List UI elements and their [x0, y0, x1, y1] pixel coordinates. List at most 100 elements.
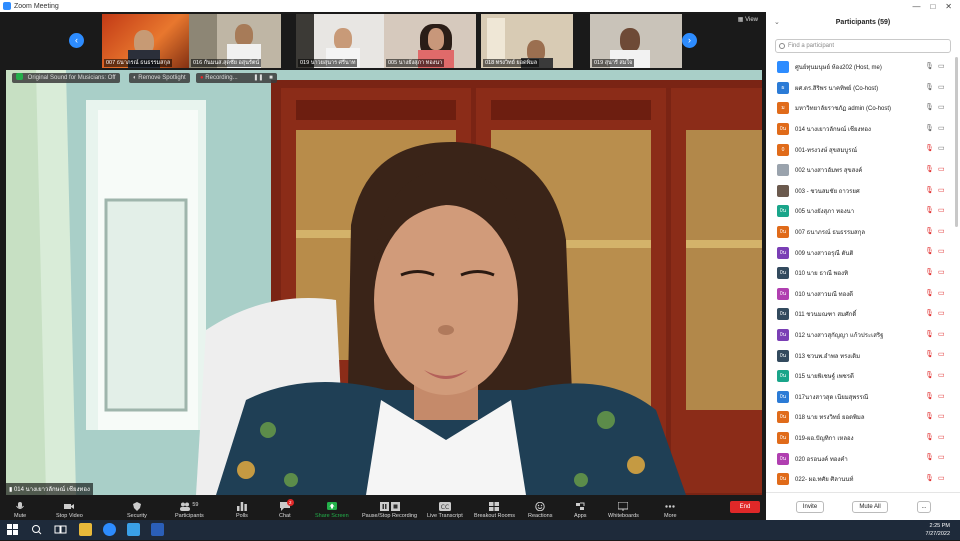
muted-microphone-icon[interactable]: 🎙 [925, 166, 934, 174]
muted-microphone-icon[interactable]: 🎙 [925, 393, 934, 401]
reactions-button[interactable]: Reactions [528, 501, 552, 519]
video-off-icon[interactable]: ▭ [938, 475, 945, 483]
video-off-icon[interactable]: ▭ [938, 331, 945, 339]
thumbnail-video[interactable]: 005 นางยังสุภา ทองนา [384, 14, 476, 68]
participant-row[interactable]: 0น 017นางสาวสุด เนียมสุพรรณี 🎙 ▭ [766, 387, 960, 408]
more-button[interactable]: More [664, 502, 677, 519]
video-off-icon[interactable]: ▭ [938, 269, 945, 277]
muted-microphone-icon[interactable]: 🎙 [925, 331, 934, 339]
whiteboards-button[interactable]: Whiteboards [608, 501, 639, 519]
participants-button[interactable]: 59 Participants [175, 502, 204, 519]
video-off-icon[interactable]: ▭ [938, 290, 945, 298]
participant-row[interactable]: 0น 011 ชวนมณฑา สมศักดิ์ 🎙 ▭ [766, 304, 960, 325]
muted-microphone-icon[interactable]: 🎙 [925, 207, 934, 215]
video-camera-icon[interactable]: ▭ [938, 125, 945, 133]
zoom-taskbar-icon[interactable] [103, 523, 116, 536]
video-off-icon[interactable]: ▭ [938, 434, 945, 442]
video-off-icon[interactable]: ▭ [938, 310, 945, 318]
taskbar-clock[interactable]: 2:25 PM 7/27/2022 [926, 522, 950, 538]
security-button[interactable]: Security [127, 502, 147, 519]
participant-row[interactable]: 0น 015 นายพิเชษฐ์ เพชรดี 🎙 ▭ [766, 366, 960, 387]
participant-row[interactable]: 0น 022- ผอ.ทศัย ศิลานนท์ 🎙 ▭ [766, 469, 960, 490]
muted-microphone-icon[interactable]: 🎙 [925, 228, 934, 236]
live-transcript-button[interactable]: CC Live Transcript [427, 502, 463, 519]
muted-microphone-icon[interactable]: 🎙 [925, 187, 934, 195]
task-view-icon[interactable] [54, 523, 67, 536]
next-page-button[interactable]: › [682, 33, 697, 48]
thumbnail-video[interactable]: 019 นาวยสุนาร ศรีนาท [296, 14, 388, 68]
thumbnail-video[interactable]: 007 ธนาภรณ์ ธนธรรมสกุล [102, 14, 194, 68]
taskbar-search-icon[interactable] [30, 523, 43, 536]
mute-button[interactable]: Mute [14, 502, 26, 519]
video-off-icon[interactable]: ▭ [938, 248, 945, 256]
video-off-icon[interactable]: ▭ [938, 207, 945, 215]
view-button[interactable]: ▦ View [738, 16, 758, 23]
participant-row[interactable]: 0น 005 นางยังสุภา ทองนา 🎙 ▭ [766, 201, 960, 222]
participant-row[interactable]: ม มหาวิทยาลัยราชภัฏ admin (Co-host) 🎙 ▭ [766, 98, 960, 119]
microphone-icon[interactable]: 🎙 [925, 63, 934, 71]
participant-row[interactable]: 002 นางสาวอัมพร สุขสงค์ 🎙 ▭ [766, 160, 960, 181]
participant-row[interactable]: 0น 013 ชวนพ.อำพล ทรงเดิม 🎙 ▭ [766, 345, 960, 366]
participant-row[interactable]: 0น 019-ผอ.ปัญทิกา เหลอง 🎙 ▭ [766, 428, 960, 449]
participant-search-input[interactable]: Find a participant [775, 39, 951, 53]
stop-recording-icon[interactable]: ■ [269, 75, 273, 81]
video-camera-icon[interactable]: ▭ [938, 145, 945, 153]
invite-button[interactable]: Invite [796, 501, 824, 513]
participant-row[interactable]: 003 - ชวนสมชัย ถาวรยศ 🎙 ▭ [766, 181, 960, 202]
participant-row[interactable]: 0น 014 นางเยาวลักษณ์ เชียงทอง 🎙 ▭ [766, 119, 960, 140]
thumbnail-video[interactable]: 016 กันมนส.สุดชัย อสุนรัตน์ [189, 14, 281, 68]
original-sound-chip[interactable]: Original Sound for Musicians: Off [12, 73, 120, 83]
microphone-icon[interactable]: 🎙 [925, 84, 934, 92]
participant-row[interactable]: 0น 018 นาย ทรงวิทย์ ยอดพิมล 🎙 ▭ [766, 407, 960, 428]
participant-row[interactable]: 0น 009 นางสาวอรุณี ตันติ 🎙 ▭ [766, 242, 960, 263]
thumbnail-video[interactable]: 018 ทรงวิทย์ ยอดพิมล [481, 14, 573, 68]
video-off-icon[interactable]: ▭ [938, 187, 945, 195]
maximize-button[interactable]: □ [930, 2, 935, 11]
stop-video-button[interactable]: Stop Video [56, 502, 83, 519]
participant-row[interactable]: 0น 020 อรอนงค์ ทองคำ 🎙 ▭ [766, 448, 960, 469]
more-options-button[interactable]: ... [917, 501, 931, 513]
participant-row[interactable]: ศูนย์ทุนมนุษย์ ห้อง202 (Host, me) 🎙 ▭ [766, 57, 960, 78]
muted-microphone-icon[interactable]: 🎙 [925, 413, 934, 421]
previous-page-button[interactable]: ‹ [69, 33, 84, 48]
participant-row[interactable]: 0น 010 นาย ธาณี พองทิ 🎙 ▭ [766, 263, 960, 284]
participant-row[interactable]: ผ ผศ.ดร.สิริพร นาคทิพย์ (Co-host) 🎙 ▭ [766, 78, 960, 99]
file-explorer-icon[interactable] [79, 523, 92, 536]
microphone-icon[interactable]: 🎙 [925, 125, 934, 133]
muted-microphone-icon[interactable]: 🎙 [925, 310, 934, 318]
remove-spotlight-button[interactable]: ◐ Remove Spotlight [129, 73, 190, 83]
participant-list-scrollbar[interactable] [955, 57, 958, 227]
pause-recording-button[interactable]: Pause/Stop Recording [362, 502, 417, 519]
polls-button[interactable]: Polls [236, 502, 248, 519]
share-screen-button[interactable]: Share Screen [315, 502, 349, 519]
video-off-icon[interactable]: ▭ [938, 228, 945, 236]
word-taskbar-icon[interactable] [151, 523, 164, 536]
video-off-icon[interactable]: ▭ [938, 372, 945, 380]
speaker-video[interactable]: Original Sound for Musicians: Off ◐ Remo… [6, 70, 762, 495]
muted-microphone-icon[interactable]: 🎙 [925, 434, 934, 442]
muted-microphone-icon[interactable]: 🎙 [925, 475, 934, 483]
muted-microphone-icon[interactable]: 🎙 [925, 145, 934, 153]
participant-row[interactable]: 0น 010 นางสาวมณี ทองดี 🎙 ▭ [766, 284, 960, 305]
video-camera-icon[interactable]: ▭ [938, 84, 945, 92]
video-camera-icon[interactable]: ▭ [938, 63, 945, 71]
muted-microphone-icon[interactable]: 🎙 [925, 248, 934, 256]
windows-start-icon[interactable] [6, 523, 19, 536]
participant-row[interactable]: 0น 007 ธนาภรณ์ ธนธรรมสกุล 🎙 ▭ [766, 222, 960, 243]
muted-microphone-icon[interactable]: 🎙 [925, 454, 934, 462]
video-off-icon[interactable]: ▭ [938, 351, 945, 359]
muted-microphone-icon[interactable]: 🎙 [925, 290, 934, 298]
close-window-button[interactable]: ✕ [945, 2, 952, 11]
video-off-icon[interactable]: ▭ [938, 454, 945, 462]
muted-microphone-icon[interactable]: 🎙 [925, 269, 934, 277]
mute-all-button[interactable]: Mute All [852, 501, 888, 513]
chat-button[interactable]: 2 Chat [279, 499, 294, 519]
microphone-icon[interactable]: 🎙 [925, 104, 934, 112]
participant-row[interactable]: 0 001-ทรงวงษ์ สุขสมบูรณ์ 🎙 ▭ [766, 139, 960, 160]
apps-button[interactable]: Apps [574, 502, 587, 519]
photos-taskbar-icon[interactable] [127, 523, 140, 536]
breakout-rooms-button[interactable]: Breakout Rooms [474, 502, 515, 519]
video-off-icon[interactable]: ▭ [938, 393, 945, 401]
participant-row[interactable]: 0น 012 นางสาวสุกัญญา แก้วประเสริฐ 🎙 ▭ [766, 325, 960, 346]
collapse-panel-icon[interactable]: ⌄ [774, 12, 780, 34]
